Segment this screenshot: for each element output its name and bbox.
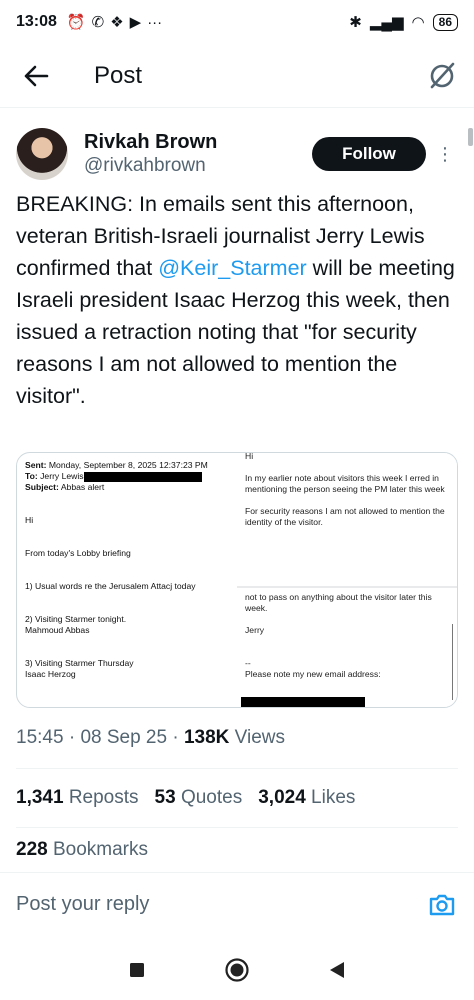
bookmarks-count: 228 — [16, 839, 48, 860]
scrollbar-thumb[interactable] — [468, 128, 473, 146]
author-names: Rivkah Brown @rivkahbrown — [84, 130, 217, 178]
back-button[interactable] — [16, 56, 56, 96]
top-app-bar: Post — [0, 44, 474, 108]
bookmarks-stat[interactable]: 228 Bookmarks — [16, 828, 458, 872]
email-line: Hi — [245, 452, 254, 461]
author-handle[interactable]: @rivkahbrown — [84, 154, 217, 178]
system-nav-bar — [0, 940, 474, 1000]
redaction-bar — [83, 471, 202, 482]
reply-input[interactable] — [16, 893, 426, 916]
status-bar: 13:08 ⏰ ✆ ❖ ▶ ··· ✱ ▂▄▆ ◠ 86 — [0, 0, 474, 44]
overflow-indicator: ··· — [147, 13, 163, 31]
author-name[interactable]: Rivkah Brown — [84, 130, 217, 154]
email-image-right[interactable]: Hi In my earlier note about visitors thi… — [237, 453, 457, 707]
email-subject-line: Subject: Abbas alert — [25, 482, 105, 492]
reposts-stat[interactable]: 1,341 Reposts — [16, 787, 139, 809]
email-line: For security reasons I am not allowed to… — [245, 506, 445, 527]
arrow-left-icon — [24, 65, 49, 86]
quotes-stat[interactable]: 53 Quotes — [155, 787, 243, 809]
email-line: Hi — [25, 515, 34, 525]
recents-button[interactable] — [122, 955, 152, 985]
bookmarks-label: Bookmarks — [52, 839, 149, 860]
email-image-left[interactable]: Sent: Monday, September 8, 2025 12:37:23… — [17, 453, 237, 707]
image-scrollbar — [452, 624, 453, 700]
email-line: In my earlier note about visitors this w… — [245, 473, 445, 494]
home-circle-icon — [225, 958, 249, 982]
whatsapp-icon: ✆ — [91, 14, 105, 31]
email-line: 1) Usual words re the Jerusalem Attacj t… — [25, 581, 196, 591]
more-options-button[interactable]: ⋮ — [432, 137, 458, 171]
redaction-bar — [241, 697, 365, 707]
alarm-icon: ⏰ — [66, 14, 86, 31]
email-line: not to pass on anything about the visito… — [245, 592, 432, 613]
back-nav-button[interactable] — [322, 955, 352, 985]
email-line: 3) Visiting Starmer Thursday — [25, 658, 134, 668]
reply-bar — [0, 872, 474, 936]
email-line: From today's Lobby briefing — [25, 548, 131, 558]
email-line: Jerry — [245, 625, 265, 635]
grok-icon — [430, 62, 455, 88]
dropbox-icon: ❖ — [110, 14, 124, 31]
home-button[interactable] — [222, 955, 252, 985]
post-meta: 15:45 · 08 Sep 25 · 138K Views — [16, 727, 286, 748]
email-line: 2) Visiting Starmer tonight. — [25, 614, 127, 624]
email-line: -- — [245, 658, 251, 668]
mention-link[interactable]: @Keir_Starmer — [158, 256, 306, 280]
triangle-back-icon — [330, 962, 344, 978]
signal-icon: ▂▄▆ — [369, 14, 404, 31]
wifi-icon: ◠ — [411, 14, 425, 31]
bluetooth-icon: ✱ — [349, 14, 362, 31]
email-line: Mahmoud Abbas — [25, 625, 90, 635]
email-pane-top: Hi In my earlier note about visitors thi… — [237, 453, 457, 586]
author-row: Rivkah Brown @rivkahbrown Follow ⋮ — [16, 126, 458, 182]
post-text: BREAKING: In emails sent this afternoon,… — [16, 188, 462, 412]
email-pane-bottom: not to pass on anything about the visito… — [237, 588, 457, 707]
grok-button[interactable] — [424, 58, 460, 94]
email-to-line: To: Jerry Lewis — [25, 471, 229, 482]
engagement-stats: 1,341 Reposts 53 Quotes 3,024 Likes — [16, 768, 458, 828]
post-date: 08 Sep 25 — [80, 727, 168, 748]
square-icon — [130, 963, 144, 977]
status-right-icons: ✱ ▂▄▆ ◠ 86 — [349, 13, 458, 31]
more-vertical-icon: ⋮ — [436, 144, 454, 164]
post-time: 15:45 — [16, 727, 64, 748]
camera-button[interactable] — [426, 889, 458, 921]
avatar[interactable] — [16, 128, 68, 180]
views-count: 138K — [183, 727, 230, 748]
email-line: Isaac Herzog — [25, 669, 76, 679]
camera-icon — [429, 894, 455, 915]
follow-button[interactable]: Follow — [312, 137, 426, 171]
views-label: Views — [234, 727, 286, 748]
status-left-icons: ⏰ ✆ ❖ ▶ ··· — [66, 13, 163, 32]
youtube-icon: ▶ — [129, 14, 142, 31]
post-media[interactable]: Sent: Monday, September 8, 2025 12:37:23… — [16, 452, 458, 708]
page-title: Post — [94, 61, 143, 89]
likes-stat[interactable]: 3,024 Likes — [258, 787, 355, 809]
battery-icon: 86 — [432, 13, 458, 31]
email-sent-line: Sent: Monday, September 8, 2025 12:37:23… — [25, 460, 208, 470]
email-line: Please note my new email address: — [245, 669, 381, 679]
status-time: 13:08 — [16, 13, 57, 30]
